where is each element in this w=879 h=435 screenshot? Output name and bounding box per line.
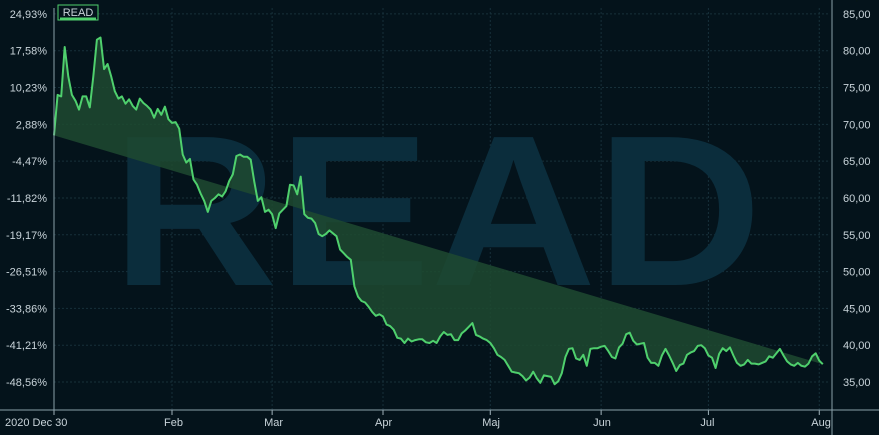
stock-chart: READ 85,00 24,93% 80,00 17,58% 75,00 10,23% 70… <box>0 0 879 435</box>
y-left-tick-label: -4,47% <box>12 156 47 168</box>
x-tick-label: Aug <box>811 417 831 429</box>
y-right-tick-label: 35,00 <box>843 377 871 389</box>
y-left-tick-label: 2,88% <box>16 119 47 131</box>
y-right-tick-label: 55,00 <box>843 230 871 242</box>
y-left-tick-label: -41,21% <box>6 340 47 352</box>
current-price-label: 37,42 <box>843 0 871 3</box>
x-tick-label: 2020 Dec 30 <box>5 417 67 429</box>
chart-svg: READ 85,00 24,93% 80,00 17,58% 75,00 10,23% 70… <box>0 0 879 435</box>
y-right-tick-label: 50,00 <box>843 267 871 279</box>
y-right-tick-label: 45,00 <box>843 303 871 315</box>
y-left-tick-label: 10,23% <box>10 83 48 95</box>
y-left-tick-label: -33,86% <box>6 303 47 315</box>
x-tick-label: Maj <box>482 417 500 429</box>
y-left-tick-label: 24,93% <box>10 9 48 21</box>
y-right-tick-label: 70,00 <box>843 119 871 131</box>
y-left-tick-label: -11,82% <box>7 193 47 205</box>
y-left-tick-label: 17,58% <box>10 46 48 58</box>
y-right-tick-label: 80,00 <box>843 46 871 58</box>
current-percent-label: -45,00% <box>4 0 45 3</box>
x-tick-label: Mar <box>264 417 283 429</box>
y-right-tick-label: 65,00 <box>843 156 871 168</box>
x-tick-label: Apr <box>375 417 392 429</box>
y-right-tick-label: 75,00 <box>843 83 871 95</box>
y-left-tick-label: -19,17% <box>6 230 47 242</box>
legend[interactable]: READ <box>57 4 99 21</box>
y-right-tick-label: 60,00 <box>843 193 871 205</box>
y-right-tick-label: 85,00 <box>843 9 871 21</box>
legend-label: READ <box>63 7 94 19</box>
y-right-tick-label: 40,00 <box>843 340 871 352</box>
x-tick-label: Feb <box>164 417 183 429</box>
x-tick-label: Jul <box>700 417 714 429</box>
x-tick-label: Jun <box>593 417 611 429</box>
y-left-tick-label: -48,56% <box>6 377 47 389</box>
y-left-tick-label: -26,51% <box>6 267 47 279</box>
